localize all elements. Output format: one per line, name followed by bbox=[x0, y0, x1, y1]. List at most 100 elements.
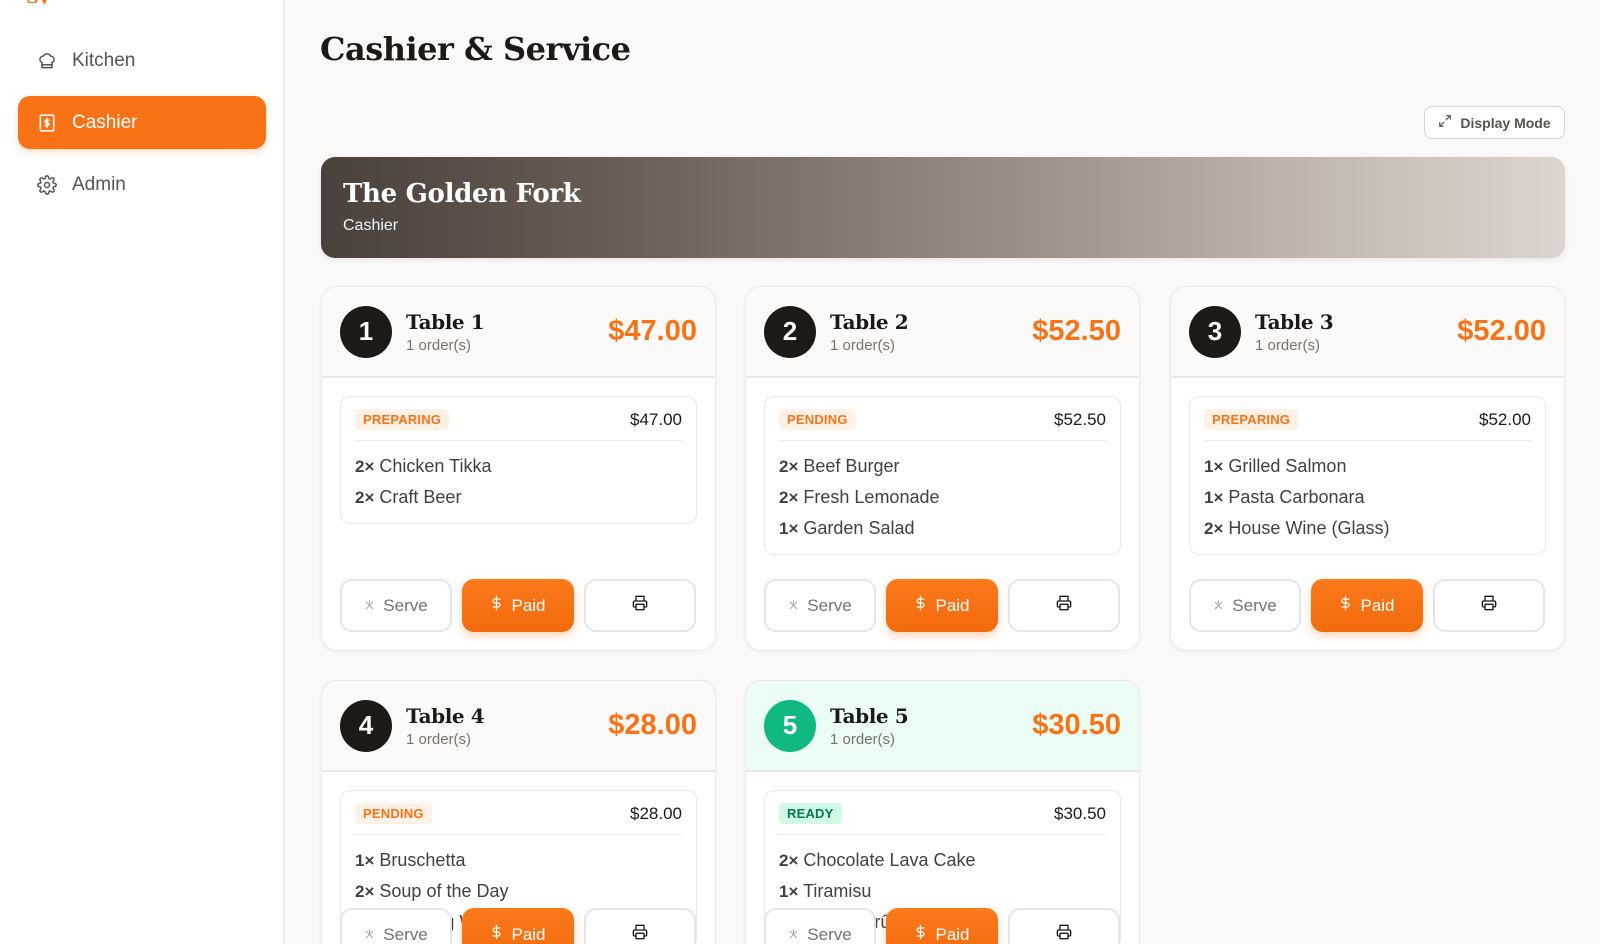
item-name: Beef Burger bbox=[803, 456, 900, 476]
table-name: Table 3 bbox=[1255, 309, 1334, 334]
order-count: 1 order(s) bbox=[830, 730, 896, 748]
display-mode-button[interactable]: Display Mode bbox=[1424, 106, 1565, 139]
item-quantity: 2× bbox=[355, 882, 375, 901]
order-box: PENDING $52.50 2× Beef Burger 2× Fresh Le… bbox=[764, 396, 1121, 555]
print-button[interactable] bbox=[584, 579, 696, 632]
serve-button[interactable]: Serve bbox=[340, 579, 452, 632]
item-name: Garden Salad bbox=[803, 518, 915, 538]
dollar-icon bbox=[490, 924, 503, 944]
item-name: Fresh Lemonade bbox=[803, 487, 940, 507]
order-items: 2× Chicken Tikka 2× Craft Beer bbox=[355, 451, 682, 513]
card-header: 4 Table 4 1 order(s) $28.00 bbox=[322, 681, 715, 772]
item-name: Craft Beer bbox=[379, 487, 462, 507]
serve-label: Serve bbox=[383, 924, 428, 944]
paid-button[interactable]: Paid bbox=[1311, 579, 1423, 632]
sidebar-item-label: Kitchen bbox=[72, 49, 136, 71]
item-quantity: 2× bbox=[779, 851, 799, 870]
table-number: 1 bbox=[340, 305, 392, 358]
table-name: Table 2 bbox=[830, 309, 909, 334]
serve-label: Serve bbox=[383, 595, 428, 615]
item-name: Tiramisu bbox=[803, 881, 872, 901]
list-item: 2× Chicken Tikka bbox=[355, 451, 682, 482]
print-button[interactable] bbox=[1008, 908, 1120, 944]
sidebar: Sy Kitchen Cashier Admin bbox=[0, 0, 284, 944]
sidebar-item-label: Cashier bbox=[72, 111, 138, 133]
item-quantity: 2× bbox=[355, 488, 375, 507]
order-items: 2× Beef Burger 2× Fresh Lemonade 1× Garden… bbox=[779, 451, 1106, 544]
printer-icon bbox=[1056, 924, 1072, 944]
list-item: 2× House Wine (Glass) bbox=[1204, 513, 1531, 544]
card-actions: Serve Paid bbox=[764, 908, 1120, 944]
list-item: 2× Soup of the Day bbox=[355, 876, 682, 907]
paid-label: Paid bbox=[935, 924, 970, 944]
chef-hat-icon bbox=[36, 50, 58, 72]
item-quantity: 1× bbox=[779, 882, 799, 901]
card-header: 1 Table 1 1 order(s) $47.00 bbox=[322, 287, 715, 378]
status-badge: PREPARING bbox=[1204, 409, 1299, 430]
table-card-5: 5 Table 5 1 order(s) $30.50 READY $30.50… bbox=[745, 680, 1140, 944]
item-name: Grilled Salmon bbox=[1228, 456, 1347, 476]
restaurant-banner: The Golden Fork Cashier bbox=[321, 157, 1565, 258]
order-amount: $47.00 bbox=[630, 409, 682, 429]
card-header: 5 Table 5 1 order(s) $30.50 bbox=[746, 681, 1139, 772]
paid-label: Paid bbox=[1360, 595, 1395, 615]
list-item: 2× Chocolate Lava Cake bbox=[779, 845, 1106, 876]
table-total: $47.00 bbox=[608, 315, 697, 347]
brand-logo: Sy bbox=[26, 0, 126, 4]
print-button[interactable] bbox=[1433, 579, 1545, 632]
paid-label: Paid bbox=[511, 595, 546, 615]
order-amount: $52.50 bbox=[1054, 409, 1106, 429]
status-badge: PENDING bbox=[355, 803, 432, 824]
paid-button[interactable]: Paid bbox=[462, 579, 574, 632]
item-name: House Wine (Glass) bbox=[1228, 518, 1390, 538]
item-quantity: 1× bbox=[355, 851, 375, 870]
paid-button[interactable]: Paid bbox=[462, 908, 574, 944]
printer-icon bbox=[632, 595, 648, 616]
table-number: 3 bbox=[1189, 305, 1241, 358]
list-item: 1× Pasta Carbonara bbox=[1204, 482, 1531, 513]
print-button[interactable] bbox=[584, 908, 696, 944]
banner-subtitle: Cashier bbox=[343, 217, 399, 234]
paid-button[interactable]: Paid bbox=[886, 579, 998, 632]
dollar-icon bbox=[914, 924, 927, 944]
table-name: Table 5 bbox=[830, 703, 909, 728]
serve-button[interactable]: Serve bbox=[764, 908, 876, 944]
serve-label: Serve bbox=[1232, 595, 1277, 615]
card-actions: Serve Paid bbox=[340, 579, 696, 632]
item-name: Bruschetta bbox=[379, 850, 466, 870]
serve-button[interactable]: Serve bbox=[340, 908, 452, 944]
print-button[interactable] bbox=[1008, 579, 1120, 632]
item-name: Chocolate Lava Cake bbox=[803, 850, 976, 870]
status-badge: PENDING bbox=[779, 409, 856, 430]
sidebar-item-kitchen[interactable]: Kitchen bbox=[18, 34, 266, 87]
item-quantity: 2× bbox=[779, 457, 799, 476]
order-items: 1× Grilled Salmon 1× Pasta Carbonara 2× Ho… bbox=[1204, 451, 1531, 544]
list-item: 1× Tiramisu bbox=[779, 876, 1106, 907]
status-badge: PREPARING bbox=[355, 409, 450, 430]
serve-button[interactable]: Serve bbox=[1189, 579, 1301, 632]
paid-label: Paid bbox=[511, 924, 546, 944]
status-badge: READY bbox=[779, 803, 842, 824]
serve-button[interactable]: Serve bbox=[764, 579, 876, 632]
restaurant-name: The Golden Fork bbox=[343, 179, 581, 209]
sidebar-item-admin[interactable]: Admin bbox=[18, 158, 266, 211]
utensils-icon bbox=[788, 925, 799, 944]
order-box: PREPARING $52.00 1× Grilled Salmon 1× Pas… bbox=[1189, 396, 1546, 555]
order-amount: $30.50 bbox=[1054, 803, 1106, 823]
sidebar-item-cashier[interactable]: Cashier bbox=[18, 96, 266, 149]
serve-label: Serve bbox=[807, 924, 852, 944]
table-name: Table 1 bbox=[406, 309, 485, 334]
display-mode-label: Display Mode bbox=[1460, 114, 1551, 131]
item-name: Soup of the Day bbox=[379, 881, 509, 901]
item-quantity: 1× bbox=[1204, 457, 1224, 476]
table-card-4: 4 Table 4 1 order(s) $28.00 PENDING $28.… bbox=[321, 680, 716, 944]
item-quantity: 1× bbox=[1204, 488, 1224, 507]
paid-button[interactable]: Paid bbox=[886, 908, 998, 944]
order-count: 1 order(s) bbox=[406, 730, 472, 748]
page-title: Cashier & Service bbox=[320, 30, 631, 68]
table-total: $28.00 bbox=[608, 709, 697, 741]
table-number: 4 bbox=[340, 699, 392, 752]
table-card-3: 3 Table 3 1 order(s) $52.00 PREPARING $5… bbox=[1170, 286, 1565, 651]
utensils-icon bbox=[788, 596, 799, 616]
item-quantity: 2× bbox=[1204, 519, 1224, 538]
